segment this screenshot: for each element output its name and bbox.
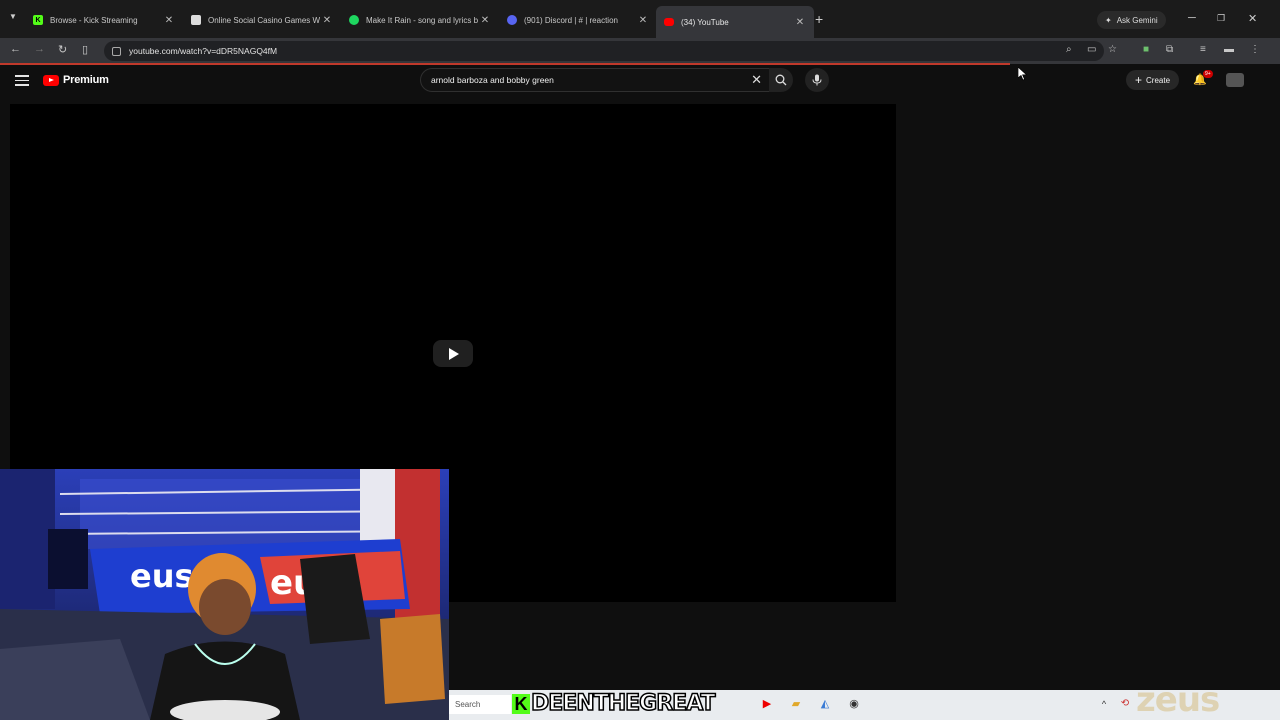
gemini-sparkle-icon: ✦	[1105, 15, 1112, 25]
close-tab-icon[interactable]: ✕	[321, 15, 333, 26]
extensions-puzzle-icon[interactable]: ⧉	[1166, 44, 1173, 55]
taskbar-search-input[interactable]: Search	[449, 695, 511, 714]
search-input[interactable]: arnold barboza and bobby green ✕	[420, 68, 770, 92]
voice-search-button[interactable]	[805, 68, 829, 92]
media-controls-icon[interactable]: ≡	[1200, 44, 1206, 55]
ask-gemini-label: Ask Gemini	[1116, 15, 1158, 25]
tab-kick[interactable]: K Browse - Kick Streaming ✕	[25, 6, 183, 34]
clear-search-icon[interactable]: ✕	[751, 72, 762, 88]
zoom-icon[interactable]: ⌕	[1066, 44, 1072, 55]
svg-text:eus: eus	[130, 557, 194, 595]
casino-icon	[191, 15, 201, 25]
account-avatar[interactable]	[1226, 73, 1244, 87]
tab-title: Online Social Casino Games W	[208, 15, 321, 25]
tray-app-icon[interactable]: ⟲	[1117, 697, 1133, 711]
tab-title: Make It Rain - song and lyrics b	[366, 15, 479, 25]
browser-toolbar: ← → ↻ ▯ youtube.com/watch?v=dDR5NAGQ4fM …	[0, 38, 1280, 64]
tab-youtube[interactable]: (34) YouTube ✕	[656, 6, 814, 38]
extension-icon[interactable]: ■	[1143, 44, 1149, 55]
logo-text: Premium	[63, 74, 109, 86]
streamer-name-overlay: DEENTHEGREAT	[530, 690, 716, 717]
ask-gemini-button[interactable]: ✦ Ask Gemini	[1097, 11, 1166, 29]
play-button[interactable]	[433, 340, 473, 367]
tab-spotify[interactable]: Make It Rain - song and lyrics b ✕	[341, 6, 499, 34]
kick-icon: K	[33, 15, 43, 25]
tab-title: Browse - Kick Streaming	[50, 15, 138, 25]
tab-casino[interactable]: Online Social Casino Games W ✕	[183, 6, 341, 34]
minimize-icon[interactable]: ─	[1188, 12, 1196, 24]
notification-badge: 9+	[1203, 70, 1213, 78]
create-label: Create	[1146, 75, 1171, 85]
site-info-icon[interactable]	[112, 46, 121, 56]
close-tab-icon[interactable]: ✕	[637, 15, 649, 26]
discord-icon	[507, 15, 517, 25]
youtube-icon	[664, 18, 674, 26]
bookmark-star-icon[interactable]: ☆	[1108, 44, 1117, 55]
close-tab-icon[interactable]: ✕	[479, 15, 491, 26]
restore-icon[interactable]: ❐	[1217, 13, 1225, 24]
youtube-play-logo-icon	[43, 74, 59, 86]
youtube-taskbar-icon[interactable]: ▶	[759, 697, 775, 711]
reload-icon[interactable]: ↻	[58, 43, 67, 56]
search-icon	[775, 74, 787, 86]
close-window-icon[interactable]: ✕	[1248, 12, 1257, 25]
tab-discord[interactable]: (901) Discord | # | reaction ✕	[499, 6, 657, 34]
url-text: youtube.com/watch?v=dDR5NAGQ4fM	[129, 46, 278, 56]
app-icon[interactable]: ◭	[817, 697, 833, 711]
new-tab-icon[interactable]: +	[815, 11, 823, 27]
close-tab-icon[interactable]: ✕	[794, 17, 806, 28]
search-query: arnold barboza and bobby green	[431, 75, 554, 85]
mouse-cursor-icon	[1017, 66, 1028, 86]
side-panel-icon[interactable]: ▯	[82, 43, 88, 56]
forward-icon[interactable]: →	[34, 43, 45, 55]
zeus-watermark: zeus	[1136, 680, 1220, 720]
file-explorer-icon[interactable]: ▰	[788, 697, 804, 711]
tab-search-icon[interactable]: ▼	[6, 12, 20, 26]
streamer-webcam-image: eus eus	[0, 469, 449, 720]
address-bar[interactable]: youtube.com/watch?v=dDR5NAGQ4fM	[104, 41, 1104, 61]
microphone-icon	[812, 74, 822, 86]
obs-icon[interactable]: ◉	[846, 697, 862, 711]
browser-tab-strip: ▼ K Browse - Kick Streaming ✕ Online Soc…	[0, 0, 1280, 38]
browser-menu-icon[interactable]: ⋮	[1250, 44, 1260, 55]
spotify-icon	[349, 15, 359, 25]
youtube-header: Premium arnold barboza and bobby green ✕…	[0, 65, 1280, 101]
menu-icon[interactable]	[15, 75, 29, 87]
close-tab-icon[interactable]: ✕	[163, 15, 175, 26]
kick-logo-icon: K	[512, 694, 530, 714]
plus-icon: +	[1135, 73, 1143, 87]
cast-icon[interactable]: ▭	[1087, 44, 1096, 55]
tray-chevron-icon[interactable]: ^	[1096, 697, 1112, 711]
search-button[interactable]	[769, 68, 793, 92]
back-icon[interactable]: ←	[10, 43, 21, 55]
tab-title: (34) YouTube	[681, 17, 729, 27]
create-button[interactable]: + Create	[1126, 70, 1180, 90]
profile-icon[interactable]: ▬	[1224, 44, 1234, 55]
youtube-logo[interactable]: Premium	[43, 74, 109, 86]
webcam-overlay: eus eus	[0, 469, 449, 720]
tab-title: (901) Discord | # | reaction	[524, 15, 618, 25]
